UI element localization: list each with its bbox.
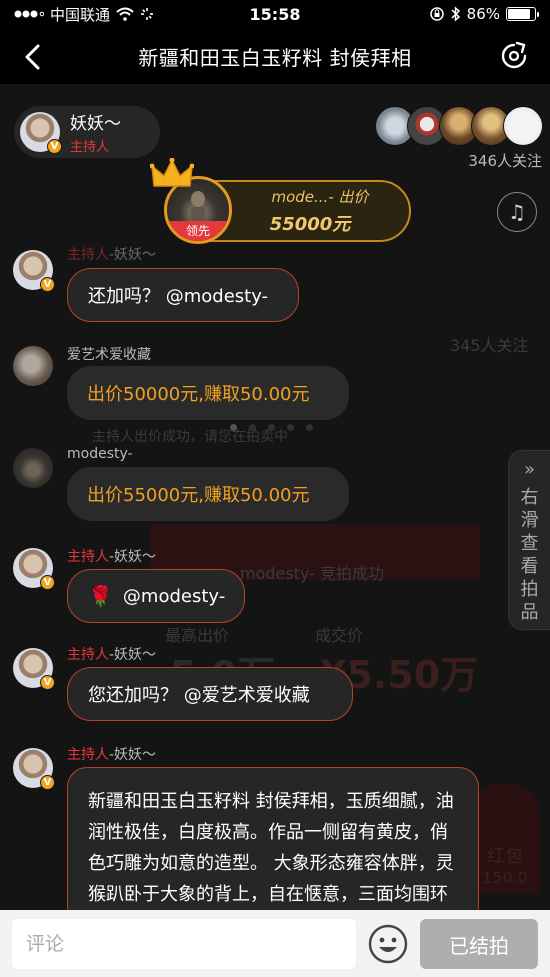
nav-bar: 新疆和田玉白玉籽料 封侯拜相 (0, 28, 550, 84)
share-icon[interactable] (498, 40, 530, 72)
bg-redbag-label: 红包 (487, 846, 523, 867)
chat-bubble-text: @modesty- (122, 585, 226, 607)
chat-bubble-description: 新疆和田玉白玉籽料 封侯拜相，玉质细腻，油润性极佳，白度极高。作品一侧留有黄皮，… (67, 767, 479, 927)
chat-sender: 主持人-妖妖～ (67, 647, 157, 663)
comment-input[interactable] (12, 919, 356, 969)
host-avatar: V (20, 112, 62, 154)
chat-bid-bubble: 出价55000元,赚取50.00元 (67, 467, 349, 521)
status-bar: 中国联通 15:58 86% (0, 0, 550, 28)
orientation-lock-icon (429, 7, 444, 21)
double-chevron-right-icon: » (523, 459, 535, 480)
bluetooth-icon (451, 6, 460, 22)
chat-avatar[interactable]: V (13, 748, 55, 790)
battery-percent: 86% (466, 5, 500, 23)
swipe-tab-label: 右滑查看拍品 (520, 487, 539, 623)
chat-avatar[interactable]: V (13, 548, 55, 590)
bg-redbag: 红包 150.0 (470, 784, 540, 894)
leading-tag: 领先 (167, 221, 229, 241)
rose-icon: 🌹 (88, 584, 113, 608)
chat-sender: 主持人-妖妖～ (67, 247, 157, 263)
bg-follow-count: 345人关注 (450, 336, 529, 355)
chat-bubble: 您还加吗？ @爱艺术爱收藏 (67, 667, 353, 721)
loading-icon (141, 8, 154, 20)
leading-bidder-name: mode...- 出价 (271, 188, 369, 206)
verified-badge-icon: V (40, 575, 55, 590)
chat-avatar[interactable]: V (13, 648, 55, 690)
emoji-icon[interactable] (367, 923, 409, 965)
bg-dashed-notice: 主持人出价成功，请您在拍卖中 (92, 429, 288, 445)
chat-sender: 爱艺术爱收藏 (67, 347, 151, 363)
follower-count: 346人关注 (468, 152, 542, 170)
crown-icon (150, 158, 194, 187)
chat-sender: 主持人-妖妖～ (67, 549, 157, 565)
chat-sender: modesty- (67, 446, 133, 462)
bottom-bar: 已结拍 (0, 910, 550, 977)
host-pill[interactable]: V 妖妖～ 主持人 (14, 106, 160, 158)
verified-badge-icon: V (40, 775, 55, 790)
battery-icon (506, 7, 539, 21)
host-role: 主持人 (70, 140, 110, 155)
bg-deal-text: modesty- 竞拍成功 (240, 564, 385, 583)
chat-avatar[interactable]: V (13, 250, 55, 292)
bg-redbag-amount: 150.0 (482, 868, 528, 887)
leading-bid-price: 55000元 (269, 214, 351, 235)
follower-avatar (503, 106, 543, 146)
follower-avatars[interactable] (375, 106, 545, 148)
chat-avatar[interactable] (13, 448, 53, 488)
wifi-icon (116, 7, 134, 21)
chat-bid-bubble: 出价50000元,赚取50.00元 (67, 366, 349, 420)
swipe-view-items-tab[interactable]: » 右滑查看拍品 (508, 450, 550, 630)
page-title: 新疆和田玉白玉籽料 封侯拜相 (138, 45, 412, 70)
auction-ended-button[interactable]: 已结拍 (420, 919, 538, 969)
back-icon[interactable] (18, 42, 48, 72)
signal-icon (14, 10, 44, 18)
verified-badge-icon: V (47, 139, 62, 154)
bg-done-label: 成交价 (315, 626, 364, 645)
chat-bubble: 还加吗？ @modesty- (67, 268, 299, 322)
music-icon[interactable]: ♫ (497, 192, 537, 232)
chat-avatar[interactable] (13, 346, 53, 386)
bg-high-label: 最高出价 (165, 626, 230, 645)
host-name: 妖妖～ (70, 114, 121, 134)
chat-bubble: 🌹 @modesty- (67, 569, 245, 623)
verified-badge-icon: V (40, 675, 55, 690)
carrier-label: 中国联通 (50, 5, 111, 24)
verified-badge-icon: V (40, 277, 55, 292)
chat-sender: 主持人-妖妖～ (67, 747, 157, 763)
